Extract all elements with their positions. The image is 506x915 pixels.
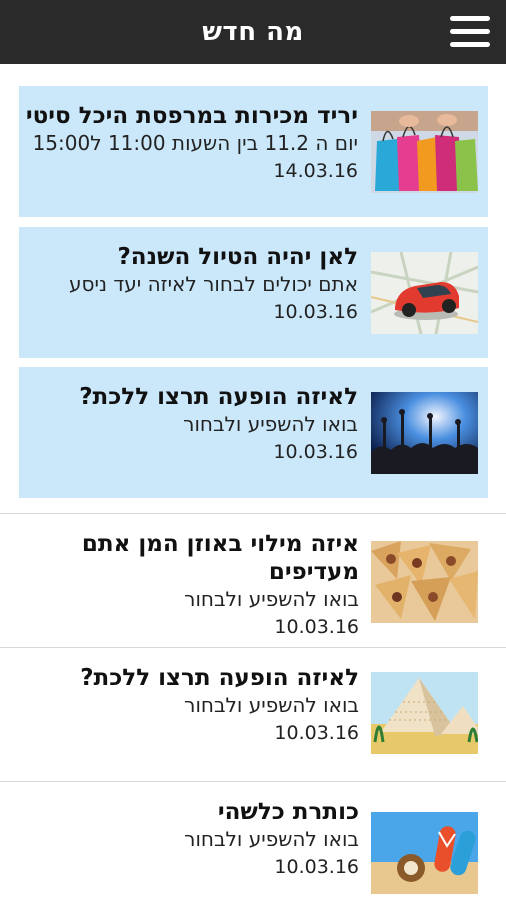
card-title: יריד מכירות במרפסת היכל סיטי bbox=[25, 103, 358, 129]
beach-flip-flops-image bbox=[371, 812, 478, 894]
item-subtitle: בואו להשפיע ולבחור bbox=[184, 587, 359, 611]
card-subtitle: יום ה 11.2 בין השעות 11:00 ל15:00 bbox=[32, 131, 358, 155]
card-text: יריד מכירות במרפסת היכל סיטי יום ה 11.2 … bbox=[25, 102, 358, 184]
card-date: 14.03.16 bbox=[273, 160, 358, 182]
menu-bar bbox=[450, 42, 490, 47]
app-header: מה חדש bbox=[0, 0, 506, 64]
card-title: לאן יהיה הטיול השנה? bbox=[117, 244, 358, 270]
card-title: לאיזה הופעה תרצו ללכת? bbox=[79, 384, 358, 410]
item-date: 10.03.16 bbox=[274, 722, 359, 744]
menu-bar bbox=[450, 16, 490, 21]
card-date: 10.03.16 bbox=[273, 441, 358, 463]
item-text: לאיזה הופעה תרצו ללכת? בואו להשפיע ולבחו… bbox=[25, 664, 359, 746]
card-date: 10.03.16 bbox=[273, 301, 358, 323]
red-car-on-map-image bbox=[371, 252, 478, 334]
hamantaschen-image bbox=[371, 541, 478, 623]
item-date: 10.03.16 bbox=[274, 616, 359, 638]
item-subtitle: בואו להשפיע ולבחור bbox=[184, 693, 359, 717]
item-text: איזה מילוי באוזן המן אתם מעדיפים בואו לה… bbox=[25, 530, 359, 640]
item-title: כותרת כלשהי bbox=[217, 799, 359, 825]
featured-card[interactable]: לאיזה הופעה תרצו ללכת? בואו להשפיע ולבחו… bbox=[19, 367, 488, 498]
card-subtitle: אתם יכולים לבחור לאיזה יעד ניסע bbox=[68, 272, 358, 296]
menu-bar bbox=[450, 29, 490, 34]
item-text: כותרת כלשהי בואו להשפיע ולבחור 10.03.16 bbox=[25, 798, 359, 880]
hamburger-menu-icon[interactable] bbox=[450, 14, 490, 50]
page-title: מה חדש bbox=[202, 17, 304, 47]
list-item[interactable]: כותרת כלשהי בואו להשפיע ולבחור 10.03.16 bbox=[0, 782, 506, 915]
featured-card[interactable]: יריד מכירות במרפסת היכל סיטי יום ה 11.2 … bbox=[19, 86, 488, 217]
item-date: 10.03.16 bbox=[274, 856, 359, 878]
card-text: לאן יהיה הטיול השנה? אתם יכולים לבחור לא… bbox=[25, 243, 358, 325]
concert-crowd-image bbox=[371, 392, 478, 474]
item-title: איזה מילוי באוזן המן אתם מעדיפים bbox=[81, 531, 359, 585]
list-item[interactable]: לאיזה הופעה תרצו ללכת? בואו להשפיע ולבחו… bbox=[0, 648, 506, 781]
card-text: לאיזה הופעה תרצו ללכת? בואו להשפיע ולבחו… bbox=[25, 383, 358, 465]
matzah-pyramids-image bbox=[371, 672, 478, 754]
card-subtitle: בואו להשפיע ולבחור bbox=[183, 412, 358, 436]
item-title: לאיזה הופעה תרצו ללכת? bbox=[80, 665, 359, 691]
item-subtitle: בואו להשפיע ולבחור bbox=[184, 827, 359, 851]
featured-card[interactable]: לאן יהיה הטיול השנה? אתם יכולים לבחור לא… bbox=[19, 227, 488, 358]
shopping-bags-image bbox=[371, 111, 478, 193]
list-item[interactable]: איזה מילוי באוזן המן אתם מעדיפים בואו לה… bbox=[0, 514, 506, 647]
